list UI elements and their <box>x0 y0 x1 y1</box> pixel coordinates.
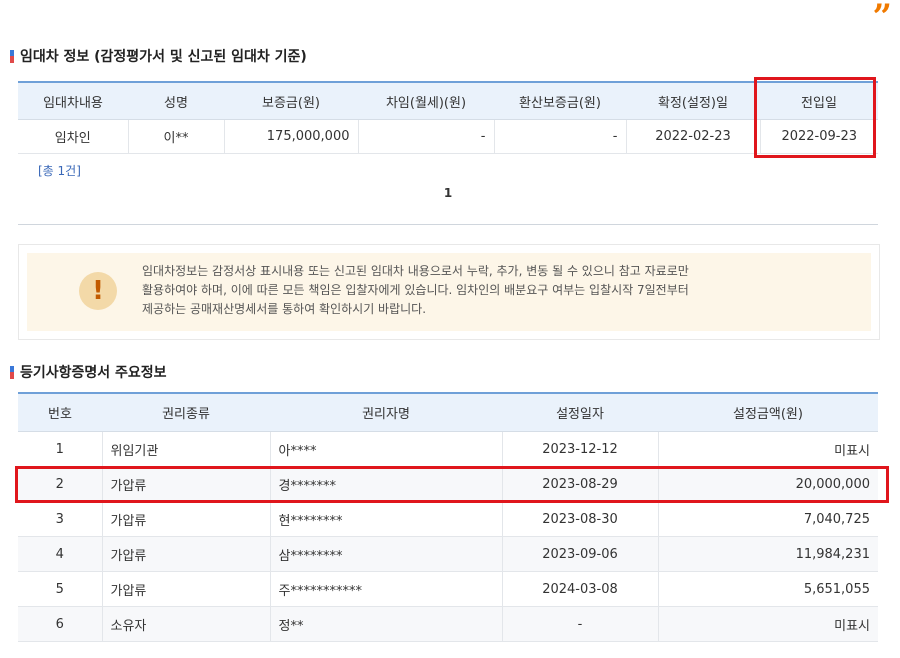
registry-cell-set-date: 2023-08-30 <box>502 501 659 537</box>
registry-cell-right-type: 가압류 <box>102 466 271 502</box>
lease-cell-deposit: 175,000,000 <box>224 119 359 154</box>
section-bullet-icon <box>10 365 14 379</box>
registry-cell-right-type: 가압류 <box>102 536 271 572</box>
registry-cell-set-amount: 11,984,231 <box>658 536 878 572</box>
registry-header-right-type: 권리종류 <box>102 392 270 432</box>
lease-header-move-in-date: 전입일 <box>760 81 878 120</box>
lease-table: 임대차내용 성명 보증금(원) 차임(월세)(원) 환산보증금(원) 확정(설정… <box>18 81 878 154</box>
notice-text: 임대차정보는 감정서상 표시내용 또는 신고된 임대차 내용으로서 누락, 추가… <box>142 262 851 319</box>
lease-table-footer: [총 1건] 1 <box>18 152 878 225</box>
registry-header-set-date: 설정일자 <box>502 392 658 432</box>
notice-line: 임대차정보는 감정서상 표시내용 또는 신고된 임대차 내용으로서 누락, 추가… <box>142 264 689 278</box>
registry-cell-set-amount: 미표시 <box>658 431 878 467</box>
registry-cell-number: 2 <box>18 466 103 502</box>
registry-cell-set-date: 2024-03-08 <box>502 571 659 607</box>
registry-cell-right-holder: 현******** <box>270 501 503 537</box>
registry-cell-right-holder: 정** <box>270 606 503 642</box>
table-row: 3 가압류 현******** 2023-08-30 7,040,725 <box>18 501 878 537</box>
lease-cell-content: 임차인 <box>18 119 129 154</box>
quote-mark-decoration: ” <box>872 0 892 37</box>
registry-cell-number: 4 <box>18 536 103 572</box>
lease-header-name: 성명 <box>128 81 224 120</box>
table-row: 4 가압류 삼******** 2023-09-06 11,984,231 <box>18 536 878 572</box>
registry-cell-right-holder: 아**** <box>270 431 503 467</box>
registry-section-title-text: 등기사항증명서 주요정보 <box>20 365 167 381</box>
registry-cell-number: 5 <box>18 571 103 607</box>
lease-header-converted-deposit: 환산보증금(원) <box>494 81 626 120</box>
registry-cell-number: 6 <box>18 606 103 642</box>
notice-panel: ! 임대차정보는 감정서상 표시내용 또는 신고된 임대차 내용으로서 누락, … <box>27 253 871 331</box>
lease-header-content: 임대차내용 <box>18 81 128 120</box>
registry-section-title: 등기사항증명서 주요정보 <box>10 362 167 382</box>
registry-table: 번호 권리종류 권리자명 설정일자 설정금액(원) 1 위임기관 아**** 2… <box>18 392 878 642</box>
table-row: 임차인 이** 175,000,000 - - 2022-02-23 2022-… <box>18 119 878 154</box>
lease-cell-fixed-date: 2022-02-23 <box>626 119 761 154</box>
lease-cell-rent: - <box>358 119 495 154</box>
registry-header-set-amount: 설정금액(원) <box>658 392 878 432</box>
registry-cell-right-type: 가압류 <box>102 501 271 537</box>
lease-header-rent: 차임(월세)(원) <box>358 81 494 120</box>
registry-header-number: 번호 <box>18 392 102 432</box>
lease-header-row: 임대차내용 성명 보증금(원) 차임(월세)(원) 환산보증금(원) 확정(설정… <box>18 81 878 120</box>
table-row: 5 가압류 주*********** 2024-03-08 5,651,055 <box>18 571 878 607</box>
registry-cell-set-amount: 7,040,725 <box>658 501 878 537</box>
registry-cell-right-holder: 삼******** <box>270 536 503 572</box>
notice-line: 활용하여야 하며, 이에 따른 모든 책임은 입찰자에게 있습니다. 임차인의 … <box>142 283 689 297</box>
registry-cell-number: 1 <box>18 431 103 467</box>
lease-header-deposit: 보증금(원) <box>224 81 358 120</box>
registry-cell-number: 3 <box>18 501 103 537</box>
lease-cell-name: 이** <box>128 119 225 154</box>
lease-section-title-text: 임대차 정보 (감정평가서 및 신고된 임대차 기준) <box>20 49 307 65</box>
pagination-page-1[interactable]: 1 <box>18 186 878 200</box>
table-row: 2 가압류 경******* 2023-08-29 20,000,000 <box>18 466 878 502</box>
table-row: 6 소유자 정** - 미표시 <box>18 606 878 642</box>
warning-icon: ! <box>79 272 117 310</box>
registry-cell-right-type: 가압류 <box>102 571 271 607</box>
section-bullet-icon <box>10 49 14 63</box>
table-row: 1 위임기관 아**** 2023-12-12 미표시 <box>18 431 878 467</box>
registry-cell-set-date: 2023-08-29 <box>502 466 659 502</box>
registry-cell-set-amount: 미표시 <box>658 606 878 642</box>
registry-cell-set-date: - <box>502 606 659 642</box>
registry-cell-set-date: 2023-12-12 <box>502 431 659 467</box>
registry-header-right-holder: 권리자명 <box>270 392 502 432</box>
lease-cell-move-in-date: 2022-09-23 <box>760 119 878 154</box>
registry-cell-right-holder: 경******* <box>270 466 503 502</box>
lease-section-title: 임대차 정보 (감정평가서 및 신고된 임대차 기준) <box>10 46 307 66</box>
registry-cell-set-amount: 20,000,000 <box>658 466 878 502</box>
notice-line: 제공하는 공매재산명세서를 통하여 확인하시기 바랍니다. <box>142 302 427 316</box>
registry-cell-set-amount: 5,651,055 <box>658 571 878 607</box>
registry-cell-right-holder: 주*********** <box>270 571 503 607</box>
registry-cell-set-date: 2023-09-06 <box>502 536 659 572</box>
registry-header-row: 번호 권리종류 권리자명 설정일자 설정금액(원) <box>18 392 878 432</box>
lease-cell-converted-deposit: - <box>494 119 627 154</box>
registry-cell-right-type: 위임기관 <box>102 431 271 467</box>
notice-box: ! 임대차정보는 감정서상 표시내용 또는 신고된 임대차 내용으로서 누락, … <box>18 244 880 340</box>
lease-header-fixed-date: 확정(설정)일 <box>626 81 760 120</box>
lease-total-count: [총 1건] <box>38 164 81 178</box>
registry-cell-right-type: 소유자 <box>102 606 271 642</box>
